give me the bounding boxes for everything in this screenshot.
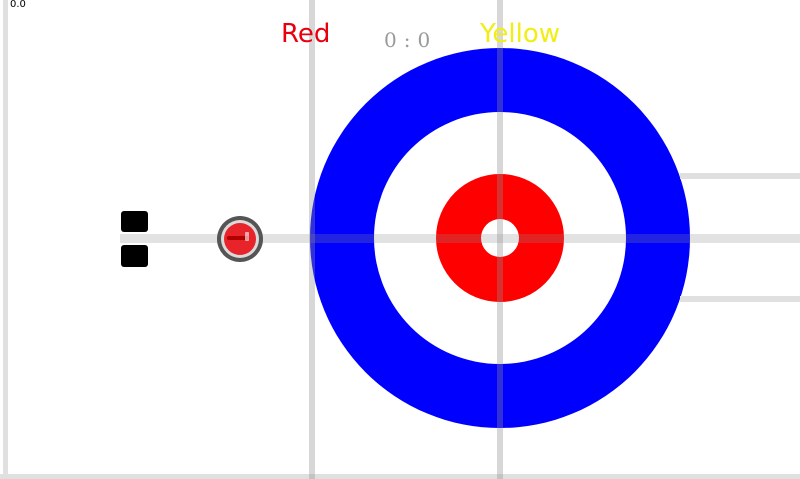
fps-counter: 0.0 — [10, 0, 26, 10]
curling-sheet — [0, 0, 800, 479]
score-separator: : — [403, 28, 412, 52]
red-stone[interactable] — [217, 216, 263, 262]
side-line-upper — [680, 173, 800, 179]
side-line-left — [3, 0, 8, 479]
score-red: 0 — [384, 28, 398, 52]
team-yellow-label: Yellow — [480, 19, 561, 49]
score-yellow: 0 — [417, 28, 432, 52]
team-red-label: Red — [281, 19, 331, 49]
scoreboard: 0:0 — [384, 28, 431, 52]
back-line-bottom — [0, 474, 800, 479]
side-line-lower — [680, 296, 800, 302]
